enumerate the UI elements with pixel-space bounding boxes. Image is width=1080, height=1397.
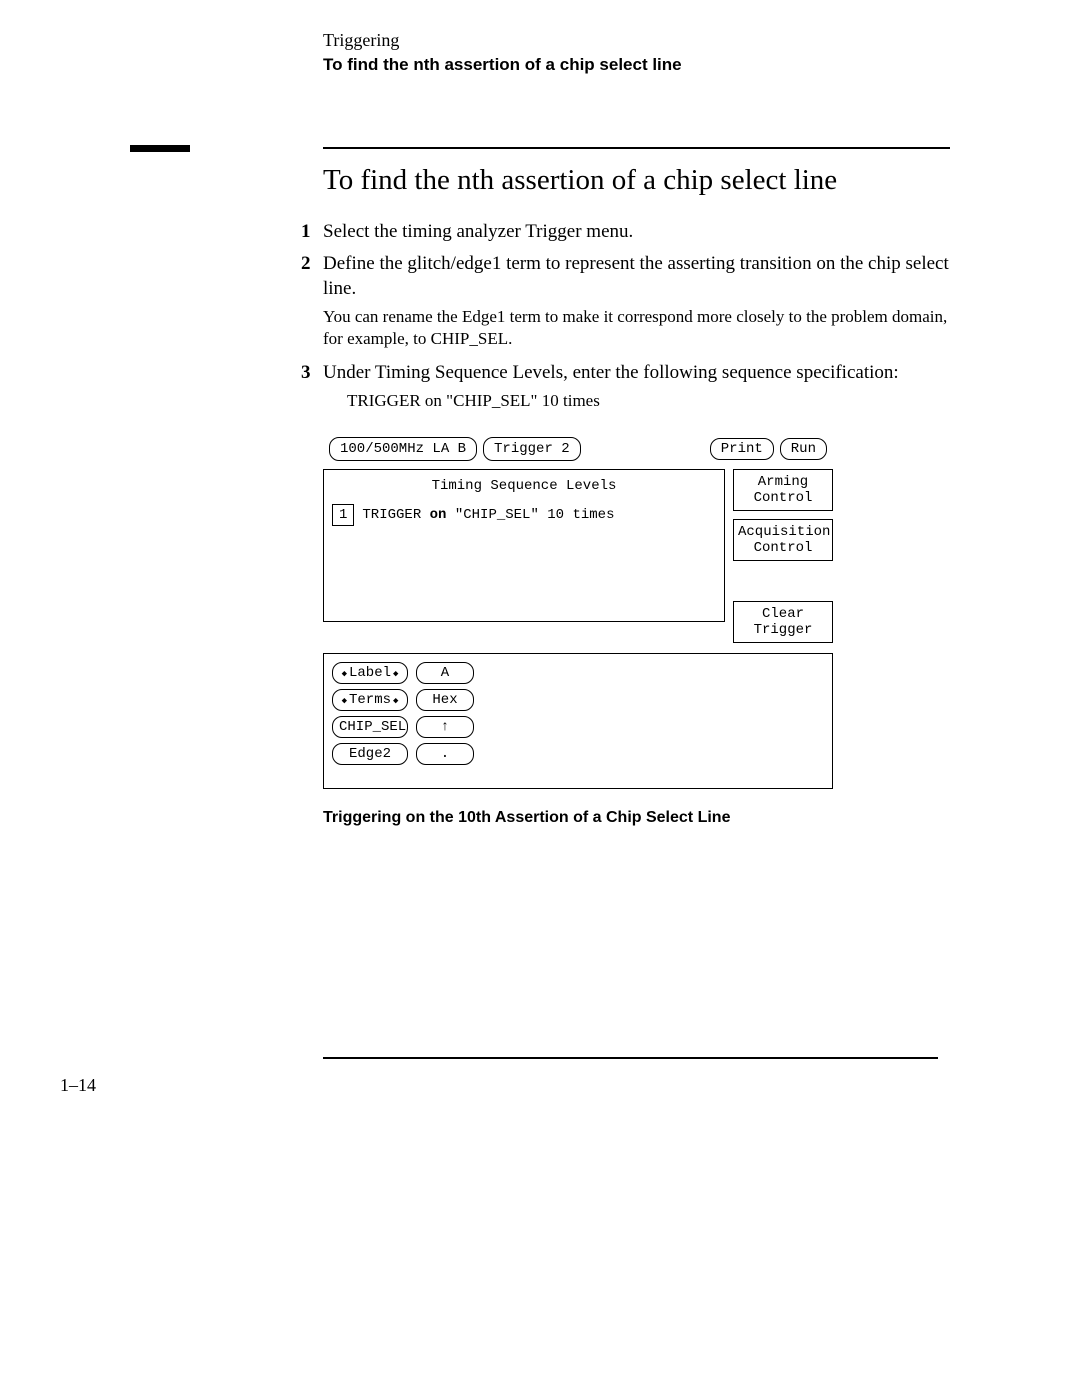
sequence-levels-panel: Timing Sequence Levels 1 TRIGGER on "CHI… (323, 469, 725, 622)
edge2-value[interactable]: . (416, 743, 474, 765)
label-value[interactable]: A (416, 662, 474, 684)
step-1: 1 Select the timing analyzer Trigger men… (323, 219, 950, 245)
page-number: 1–14 (60, 1075, 950, 1096)
step-3: 3 Under Timing Sequence Levels, enter th… (323, 360, 950, 413)
steps-list: 1 Select the timing analyzer Trigger men… (323, 219, 950, 413)
mode-selector[interactable]: 100/500MHz LA B (329, 437, 477, 461)
header-breadcrumb: Triggering (323, 30, 950, 51)
arming-control-button[interactable]: Arming Control (733, 469, 833, 511)
terms-panel: Label A Terms Hex CHIP_SEL ↑ Edge2 . (323, 653, 833, 789)
step-2: 2 Define the glitch/edge1 term to repres… (323, 251, 950, 350)
label-row[interactable]: Label A (332, 662, 824, 684)
terms-selector[interactable]: Terms (332, 689, 408, 711)
menu-selector[interactable]: Trigger 2 (483, 437, 581, 461)
chip-sel-label[interactable]: CHIP_SEL (332, 716, 408, 738)
label-selector[interactable]: Label (332, 662, 408, 684)
print-button[interactable]: Print (710, 438, 774, 460)
terms-value[interactable]: Hex (416, 689, 474, 711)
step-number: 3 (301, 360, 311, 386)
figure-caption: Triggering on the 10th Assertion of a Ch… (323, 809, 950, 827)
step-body: Select the timing analyzer Trigger menu. (323, 219, 950, 245)
level-number[interactable]: 1 (332, 504, 354, 526)
header-subtitle: To find the nth assertion of a chip sele… (323, 55, 950, 75)
edge2-label[interactable]: Edge2 (332, 743, 408, 765)
figure-toolbar: 100/500MHz LA B Trigger 2 Print Run (323, 437, 833, 461)
step-body: Define the glitch/edge1 term to represen… (323, 251, 950, 302)
clear-trigger-button[interactable]: Clear Trigger (733, 601, 833, 643)
sequence-panel-title: Timing Sequence Levels (332, 478, 716, 494)
acquisition-control-button[interactable]: Acquisition Control (733, 519, 833, 561)
terms-row[interactable]: Terms Hex (332, 689, 824, 711)
level-text: TRIGGER on "CHIP_SEL" 10 times (362, 507, 614, 523)
step-number: 2 (301, 251, 311, 277)
chip-sel-value[interactable]: ↑ (416, 716, 474, 738)
run-button[interactable]: Run (780, 438, 827, 460)
analyzer-figure: 100/500MHz LA B Trigger 2 Print Run Timi… (323, 437, 833, 790)
step-body: Under Timing Sequence Levels, enter the … (323, 360, 950, 386)
side-button-stack: Arming Control Acquisition Control Clear… (733, 469, 833, 644)
step-note: You can rename the Edge1 term to make it… (323, 306, 950, 350)
section-title: To find the nth assertion of a chip sele… (323, 164, 950, 197)
step-number: 1 (301, 219, 311, 245)
chip-sel-row[interactable]: CHIP_SEL ↑ (332, 716, 824, 738)
footer-rule (323, 1057, 938, 1059)
section-rule (130, 145, 950, 152)
step-spec: TRIGGER on "CHIP_SEL" 10 times (347, 390, 950, 413)
edge2-row[interactable]: Edge2 . (332, 743, 824, 765)
sequence-level-row[interactable]: 1 TRIGGER on "CHIP_SEL" 10 times (332, 504, 716, 526)
